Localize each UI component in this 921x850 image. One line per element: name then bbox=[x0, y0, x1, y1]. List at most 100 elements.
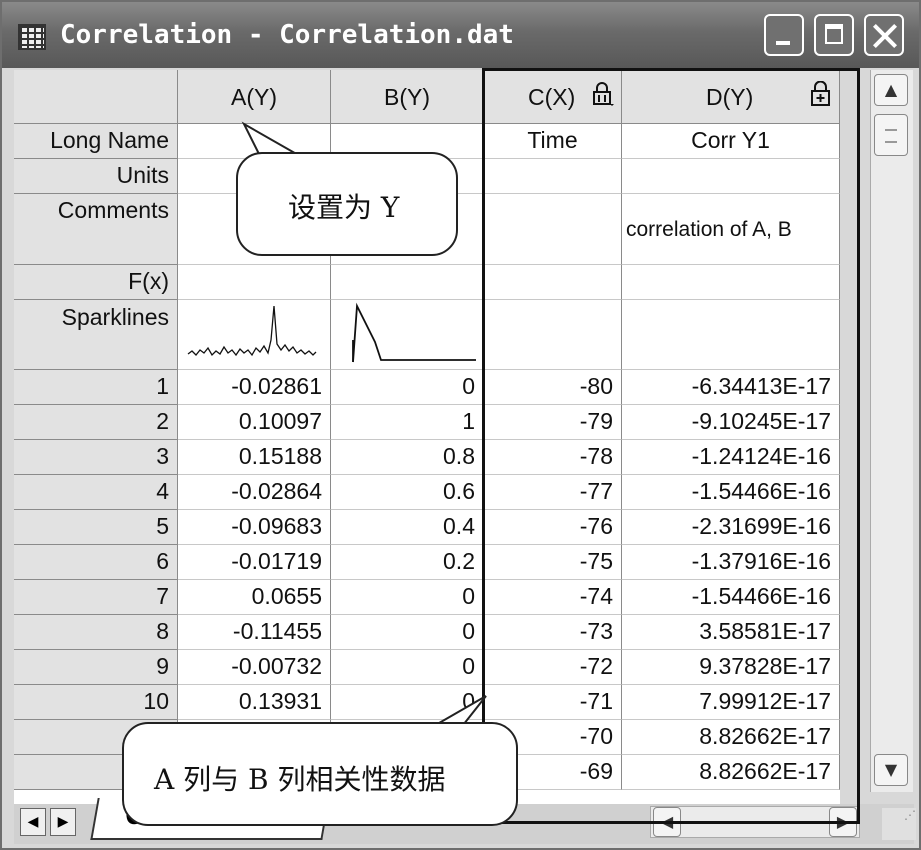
units-d[interactable] bbox=[622, 159, 840, 194]
cell-a[interactable]: -0.01719 bbox=[178, 545, 331, 580]
cell-c[interactable]: -76 bbox=[484, 510, 622, 545]
close-button[interactable] bbox=[864, 14, 904, 56]
row-number[interactable]: 9 bbox=[14, 650, 178, 685]
cell-d[interactable]: 8.82662E-17 bbox=[622, 720, 840, 755]
cell-b[interactable]: 0.6 bbox=[331, 475, 484, 510]
scroll-left-button[interactable]: ◀ bbox=[653, 807, 681, 837]
long-name-d[interactable]: Corr Y1 bbox=[622, 124, 840, 159]
cell-d[interactable]: 9.37828E-17 bbox=[622, 650, 840, 685]
row-number[interactable]: 5 bbox=[14, 510, 178, 545]
meta-label-long-name[interactable]: Long Name bbox=[14, 124, 178, 159]
minimize-button[interactable] bbox=[764, 14, 804, 56]
comments-d[interactable]: correlation of A, B bbox=[622, 194, 840, 265]
corner-cell[interactable] bbox=[14, 70, 178, 124]
meta-label-sparklines[interactable]: Sparklines bbox=[14, 300, 178, 370]
sheet-next-button[interactable]: ▶ bbox=[50, 808, 76, 836]
cell-c[interactable]: -79 bbox=[484, 405, 622, 440]
column-header-d-label: D(Y) bbox=[706, 84, 754, 110]
fx-b[interactable] bbox=[331, 265, 484, 300]
cell-a[interactable]: 0.0655 bbox=[178, 580, 331, 615]
sheet-prev-button[interactable]: ◀ bbox=[20, 808, 46, 836]
cell-b[interactable]: 0 bbox=[331, 580, 484, 615]
sparkline-b[interactable] bbox=[331, 300, 484, 370]
cell-c[interactable]: -77 bbox=[484, 475, 622, 510]
cell-d[interactable]: -6.34413E-17 bbox=[622, 370, 840, 405]
lock-plus-icon bbox=[809, 74, 833, 123]
fx-a[interactable] bbox=[178, 265, 331, 300]
cell-a[interactable]: -0.02861 bbox=[178, 370, 331, 405]
cell-a[interactable]: 0.15188 bbox=[178, 440, 331, 475]
size-grip-icon[interactable]: ⋰ bbox=[882, 808, 916, 840]
callout-set-y-text: 设置为 Y bbox=[288, 191, 400, 224]
cell-a[interactable]: 0.10097 bbox=[178, 405, 331, 440]
column-header-d[interactable]: D(Y) bbox=[622, 70, 840, 124]
cell-c[interactable]: -75 bbox=[484, 545, 622, 580]
scroll-down-button[interactable]: ▼ bbox=[874, 754, 908, 786]
callout-ab-text: A 列与 B 列相关性数据 bbox=[154, 763, 446, 796]
cell-d[interactable]: -9.10245E-17 bbox=[622, 405, 840, 440]
sparkline-a-graph bbox=[187, 305, 317, 357]
worksheet-grid-icon[interactable] bbox=[18, 24, 46, 50]
maximize-button[interactable] bbox=[814, 14, 854, 56]
cell-a[interactable]: -0.02864 bbox=[178, 475, 331, 510]
long-name-c[interactable]: Time bbox=[484, 124, 622, 159]
column-header-c[interactable]: C(X) bbox=[484, 70, 622, 124]
cell-d[interactable]: -1.54466E-16 bbox=[622, 580, 840, 615]
callout-ab-data: A 列与 B 列相关性数据 bbox=[122, 722, 518, 826]
cell-b[interactable]: 0.4 bbox=[331, 510, 484, 545]
meta-label-comments[interactable]: Comments bbox=[14, 194, 178, 265]
sparkline-d[interactable] bbox=[622, 300, 840, 370]
sparkline-c[interactable] bbox=[484, 300, 622, 370]
cell-d[interactable]: -1.24124E-16 bbox=[622, 440, 840, 475]
meta-label-units[interactable]: Units bbox=[14, 159, 178, 194]
row-number[interactable]: 1 bbox=[14, 370, 178, 405]
row-number[interactable]: 7 bbox=[14, 580, 178, 615]
comments-c[interactable] bbox=[484, 194, 622, 265]
cell-a[interactable]: -0.09683 bbox=[178, 510, 331, 545]
row-number[interactable]: 8 bbox=[14, 615, 178, 650]
meta-label-fx[interactable]: F(x) bbox=[14, 265, 178, 300]
cell-a[interactable]: -0.00732 bbox=[178, 650, 331, 685]
cell-c[interactable]: -78 bbox=[484, 440, 622, 475]
cell-d[interactable]: -1.37916E-16 bbox=[622, 545, 840, 580]
scroll-right-button[interactable]: ▶ bbox=[829, 807, 857, 837]
callout-set-y: 设置为 Y bbox=[236, 152, 458, 256]
vertical-scrollbar[interactable]: ▲ ▼ bbox=[870, 70, 913, 792]
cell-c[interactable]: -71 bbox=[484, 685, 622, 720]
row-number[interactable]: 4 bbox=[14, 475, 178, 510]
column-header-b[interactable]: B(Y) bbox=[331, 70, 484, 124]
cell-b[interactable]: 0 bbox=[331, 650, 484, 685]
cell-a[interactable]: -0.11455 bbox=[178, 615, 331, 650]
title-bar[interactable]: Correlation - Correlation.dat bbox=[2, 2, 919, 68]
cell-d[interactable]: 3.58581E-17 bbox=[622, 615, 840, 650]
lock-icon bbox=[591, 74, 615, 123]
sparkline-a[interactable] bbox=[178, 300, 331, 370]
row-number[interactable]: 6 bbox=[14, 545, 178, 580]
cell-b[interactable]: 0 bbox=[331, 615, 484, 650]
scroll-up-button[interactable]: ▲ bbox=[874, 74, 908, 106]
cell-c[interactable]: -73 bbox=[484, 615, 622, 650]
scroll-thumb[interactable] bbox=[874, 114, 908, 156]
cell-d[interactable]: 7.99912E-17 bbox=[622, 685, 840, 720]
column-header-a[interactable]: A(Y) bbox=[178, 70, 331, 124]
cell-c[interactable]: -74 bbox=[484, 580, 622, 615]
units-c[interactable] bbox=[484, 159, 622, 194]
horizontal-scrollbar[interactable]: ◀ ▶ bbox=[650, 806, 860, 838]
row-number[interactable]: 2 bbox=[14, 405, 178, 440]
fx-d[interactable] bbox=[622, 265, 840, 300]
row-number[interactable]: 10 bbox=[14, 685, 178, 720]
cell-a[interactable]: 0.13931 bbox=[178, 685, 331, 720]
cell-d[interactable]: -2.31699E-16 bbox=[622, 510, 840, 545]
cell-b[interactable]: 0.2 bbox=[331, 545, 484, 580]
cell-d[interactable]: 8.82662E-17 bbox=[622, 755, 840, 790]
cell-b[interactable]: 0.8 bbox=[331, 440, 484, 475]
row-number[interactable]: 3 bbox=[14, 440, 178, 475]
cell-d[interactable]: -1.54466E-16 bbox=[622, 475, 840, 510]
sparkline-b-graph bbox=[352, 302, 476, 363]
fx-c[interactable] bbox=[484, 265, 622, 300]
worksheet-window: Correlation - Correlation.dat A(Y) B(Y) … bbox=[0, 0, 921, 850]
cell-b[interactable]: 0 bbox=[331, 370, 484, 405]
cell-c[interactable]: -80 bbox=[484, 370, 622, 405]
cell-b[interactable]: 1 bbox=[331, 405, 484, 440]
cell-c[interactable]: -72 bbox=[484, 650, 622, 685]
